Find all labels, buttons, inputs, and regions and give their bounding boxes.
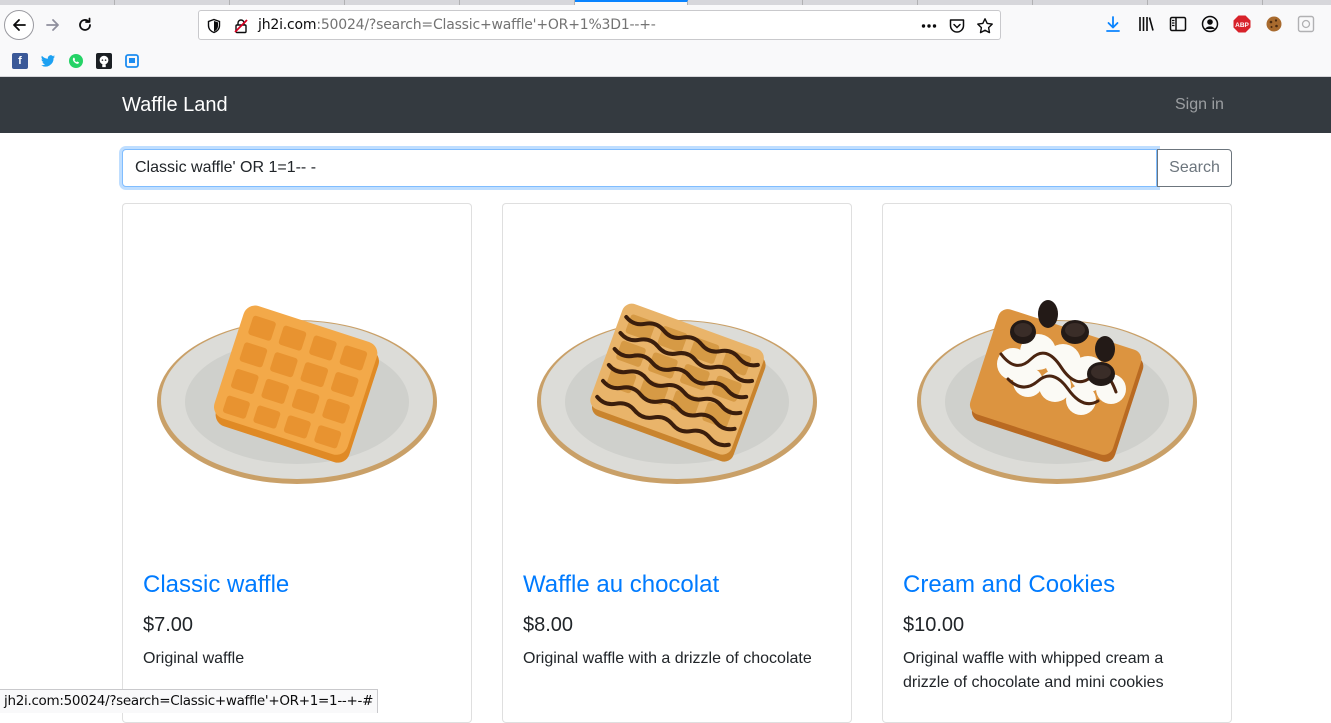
star-bookmark-icon[interactable] [976,17,994,35]
account-icon[interactable] [1200,14,1220,34]
github-icon[interactable] [96,53,112,69]
search-input[interactable] [122,149,1157,187]
whatsapp-icon[interactable] [68,53,84,69]
site-navbar: Waffle Land Sign in [0,77,1331,133]
page-actions-icon[interactable] [920,17,938,35]
classic-waffle-image [157,305,437,484]
product-description: Original waffle with whipped cream a dri… [903,650,1164,691]
signin-link[interactable]: Sign in [1175,96,1224,114]
product-description: Original waffle with a drizzle of chocol… [523,650,812,667]
product-title[interactable]: Classic waffle [143,571,289,599]
product-card: Cream and Cookies $10.00 Original waffle… [882,203,1232,723]
bookmarks-toolbar: f [0,45,1331,77]
svg-text:ABP: ABP [1235,22,1249,29]
adblock-icon[interactable]: ABP [1232,14,1252,34]
search-form: Search [122,149,1232,187]
reload-button[interactable] [70,10,100,40]
back-button[interactable] [4,10,34,40]
bookmark-app-icon[interactable] [124,53,140,69]
arrow-left-icon [13,19,26,31]
facebook-icon[interactable]: f [12,53,28,69]
product-title[interactable]: Cream and Cookies [903,571,1115,599]
product-price: $8.00 [523,614,574,636]
sidebar-icon[interactable] [1168,14,1188,34]
cookie-icon[interactable] [1264,14,1284,34]
product-price: $7.00 [143,614,194,636]
shield-icon[interactable] [206,18,222,34]
product-price: $10.00 [903,614,965,636]
twitter-icon[interactable] [40,53,56,69]
library-icon[interactable] [1136,14,1156,34]
link-status-bar: jh2i.com:50024/?search=Classic+waffle'+O… [0,689,379,713]
browser-toolbar: jh2i.com:50024/?search=Classic+waffle'+O… [0,5,1331,45]
cream-cookies-waffle-image [917,300,1197,484]
product-title[interactable]: Waffle au chocolat [523,571,719,599]
url-path: :50024/?search=Classic+waffle'+OR+1%3D1-… [316,17,656,33]
reload-icon [79,17,91,31]
forward-button[interactable] [38,10,68,40]
product-card: Waffle au chocolat $8.00 Original waffle… [502,203,852,723]
url-host: jh2i.com [258,17,317,33]
insecure-lock-icon[interactable] [233,18,249,34]
search-button[interactable]: Search [1157,149,1232,187]
extension-icon[interactable] [1296,14,1316,34]
site-brand[interactable]: Waffle Land [122,94,228,117]
arrow-right-icon [46,19,59,31]
product-description: Original waffle [143,650,245,667]
chocolate-waffle-image [537,303,817,484]
url-text[interactable]: jh2i.com:50024/?search=Classic+waffle'+O… [258,17,656,33]
pocket-icon[interactable] [948,17,966,35]
downloads-icon[interactable] [1103,14,1123,34]
address-bar[interactable]: jh2i.com:50024/?search=Classic+waffle'+O… [198,10,1001,40]
product-card: Classic waffle $7.00 Original waffle [122,203,472,723]
